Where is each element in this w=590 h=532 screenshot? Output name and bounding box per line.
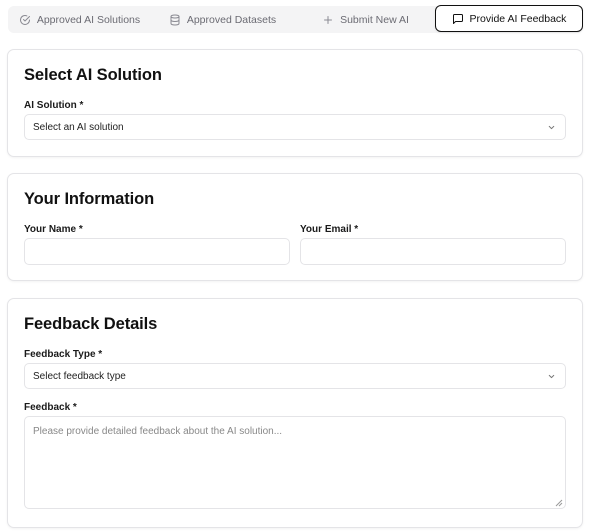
chevron-down-icon xyxy=(547,372,556,381)
plus-icon xyxy=(322,14,334,26)
card-title: Your Information xyxy=(24,190,155,208)
your-information-card: Your Information Your Name * Your Email … xyxy=(7,173,583,281)
resize-handle-icon[interactable] xyxy=(555,498,563,507)
card-title: Feedback Details xyxy=(24,315,158,333)
tab-approved-datasets[interactable]: Approved Datasets xyxy=(151,6,294,33)
tab-approved-ai-solutions[interactable]: Approved AI Solutions xyxy=(8,6,151,33)
select-ai-solution-card: Select AI Solution AI Solution * Select … xyxy=(7,49,583,157)
tab-provide-ai-feedback[interactable]: Provide AI Feedback xyxy=(435,5,583,32)
tab-label: Provide AI Feedback xyxy=(469,12,567,25)
tab-label: Submit New AI xyxy=(340,13,409,26)
feedback-type-select-value: Select feedback type xyxy=(33,370,126,382)
card-title: Select AI Solution xyxy=(24,66,162,84)
your-name-label: Your Name * xyxy=(24,224,83,235)
your-name-input[interactable] xyxy=(24,238,290,265)
feedback-textarea-placeholder: Please provide detailed feedback about t… xyxy=(33,426,283,437)
database-icon xyxy=(169,14,181,26)
feedback-type-label: Feedback Type * xyxy=(24,349,103,360)
ai-solution-select-value: Select an AI solution xyxy=(33,121,124,133)
tab-label: Approved Datasets xyxy=(186,13,277,26)
message-square-icon xyxy=(452,13,464,25)
feedback-textarea[interactable]: Please provide detailed feedback about t… xyxy=(24,416,566,509)
your-email-input[interactable] xyxy=(300,238,566,265)
tab-label: Approved AI Solutions xyxy=(36,13,141,26)
chevron-down-icon xyxy=(547,123,556,132)
ai-solution-select[interactable]: Select an AI solution xyxy=(24,114,566,140)
check-circle-icon xyxy=(19,14,31,26)
tab-bar: Approved AI Solutions Approved Datasets … xyxy=(8,5,583,33)
feedback-details-card: Feedback Details Feedback Type * Select … xyxy=(7,298,583,528)
feedback-text-label: Feedback * xyxy=(24,402,77,413)
ai-solution-label: AI Solution * xyxy=(24,100,84,111)
tab-submit-new-ai[interactable]: Submit New AI xyxy=(294,6,437,33)
your-email-label: Your Email * xyxy=(300,224,359,235)
feedback-type-select[interactable]: Select feedback type xyxy=(24,363,566,389)
